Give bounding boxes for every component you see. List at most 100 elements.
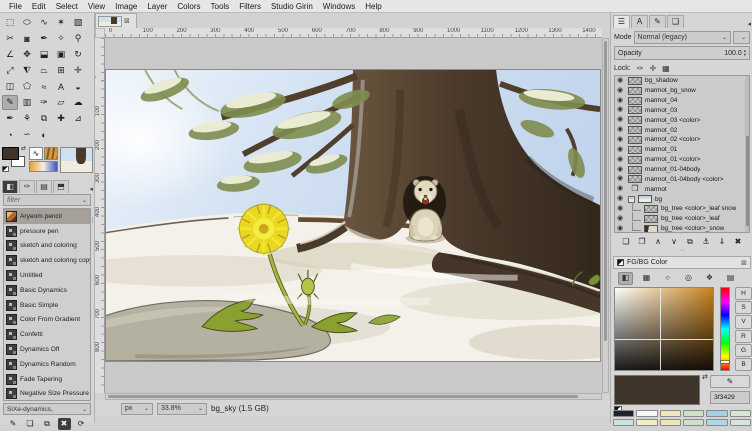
scrollbar-thumb[interactable] (604, 41, 607, 341)
fg-bg-color-widget[interactable]: ⇄ (2, 147, 26, 173)
menu-view[interactable]: View (83, 2, 110, 11)
menu-studio-girin[interactable]: Studio Girin (266, 2, 318, 11)
anchor-layer-button[interactable]: ⚓ (700, 236, 713, 248)
close-icon[interactable]: ⊠ (124, 17, 130, 25)
smudge-tool[interactable]: ∽ (19, 127, 35, 142)
menu-layer[interactable]: Layer (142, 2, 172, 11)
scale-tool[interactable]: ⤢ (2, 63, 18, 78)
visibility-eye-icon[interactable]: ◉ (617, 166, 625, 174)
layer-row-bg-tree-color-snow[interactable]: ◉bg_tree <color>_snow (615, 224, 749, 233)
measure-tool[interactable]: ∠ (2, 47, 18, 62)
color-history-swatch[interactable] (706, 410, 727, 417)
fg-color-swatch-large[interactable] (614, 375, 700, 405)
rotate-tool[interactable]: ↻ (70, 47, 86, 62)
menu-select[interactable]: Select (51, 2, 83, 11)
move-tool[interactable]: ✥ (19, 47, 35, 62)
visibility-eye-icon[interactable]: ◉ (617, 126, 625, 134)
opacity-slider[interactable]: Opacity 100.0 ▴ ▾ (614, 46, 750, 60)
layer-row-marmot-04[interactable]: ◉marmot_04 (615, 96, 749, 106)
lower-layer-button[interactable]: ∨ (668, 236, 681, 248)
new-dynamics-button[interactable]: ❏ (24, 418, 37, 430)
clone-tool[interactable]: ⧉ (36, 111, 52, 126)
layer-row-marmot-02-color[interactable]: ◉marmot_02 <color> (615, 135, 749, 145)
tab-images[interactable]: ❑ (667, 15, 684, 28)
menu-image[interactable]: Image (110, 2, 142, 11)
layer-row-marmot-bg-snow[interactable]: ◉marmot_bg_snow (615, 86, 749, 96)
tab-fonts[interactable]: A (631, 15, 648, 28)
tab-brushes[interactable]: ✑ (19, 180, 35, 193)
scissors-select-tool[interactable]: ✂ (2, 31, 18, 46)
heal-tool[interactable]: ✚ (53, 111, 69, 126)
selector-gimp[interactable]: ◧ (618, 272, 633, 285)
refresh-dynamics-button[interactable]: ⟳ (75, 418, 88, 430)
visibility-eye-icon[interactable]: ◉ (617, 205, 625, 213)
layer-row-marmot[interactable]: ◉❒marmot (615, 184, 749, 194)
dodge-burn-tool[interactable]: ◐ (36, 127, 52, 142)
channel-button-s[interactable]: S (735, 301, 752, 314)
delete-dynamics-button[interactable]: ✖ (58, 418, 71, 430)
tab-layers[interactable]: ☰ (613, 15, 630, 28)
perspective-clone-tool[interactable]: ⊿ (70, 111, 86, 126)
new-group-button[interactable]: ❐ (636, 236, 649, 248)
dynamics-item-dynamics-random[interactable]: Dynamics Random (4, 357, 90, 372)
menu-file[interactable]: File (4, 2, 27, 11)
active-image-thumbnail[interactable] (60, 147, 93, 173)
menu-windows[interactable]: Windows (318, 2, 360, 11)
zoom-tool[interactable]: ⚲ (70, 31, 86, 46)
hue-slider[interactable] (720, 287, 730, 371)
new-layer-button[interactable]: ❏ (620, 236, 633, 248)
layer-row-marmot-02[interactable]: ◉marmot_02 (615, 125, 749, 135)
layers-scrollbar[interactable] (745, 76, 749, 232)
selector-wheel[interactable]: ◎ (681, 272, 696, 285)
channel-button-r[interactable]: R (735, 330, 752, 343)
dynamics-item-color-from-gradient[interactable]: Color From Gradient (4, 313, 90, 328)
selector-watercolor[interactable]: ○ (660, 272, 675, 285)
visibility-eye-icon[interactable]: ◉ (617, 116, 625, 124)
paintbrush-tool[interactable]: ✑ (36, 95, 52, 110)
dock-resize-handle[interactable]: ⋯ (611, 249, 752, 255)
dynamics-item-dynamics-off[interactable]: Dynamics Off (4, 342, 90, 357)
scrollbar-thumb[interactable] (108, 395, 578, 398)
visibility-eye-icon[interactable]: ◉ (617, 156, 625, 164)
image-tab[interactable]: ⊠ (95, 13, 137, 28)
dynamics-item-negative-size-pressure[interactable]: Negative Size Pressure (4, 387, 90, 401)
menu-help[interactable]: Help (360, 2, 386, 11)
zoom-dropdown[interactable]: 33.8% ⌄ (157, 403, 207, 415)
lock-position-icon[interactable]: ✛ (649, 64, 656, 73)
visibility-eye-icon[interactable]: ◉ (617, 225, 625, 233)
merge-layer-button[interactable]: ⇓ (716, 236, 729, 248)
gradient-tool[interactable]: ▥ (19, 95, 35, 110)
color-picker-tool[interactable]: ✧ (53, 31, 69, 46)
visibility-eye-icon[interactable]: ◉ (617, 215, 625, 223)
ellipse-select-tool[interactable]: ⬭ (19, 15, 35, 30)
mode-dropdown[interactable]: Normal (legacy) ⌄ (634, 31, 731, 44)
visibility-eye-icon[interactable]: ◉ (617, 77, 625, 85)
dynamics-item-basic-simple[interactable]: Basic Simple (4, 298, 90, 313)
dock-menu-icon[interactable]: ◂ (89, 185, 93, 193)
edit-dynamics-button[interactable]: ✎ (7, 418, 20, 430)
dynamics-tag-dropdown[interactable]: SiXe-dynamics, ⌄ (3, 403, 91, 415)
menu-filters[interactable]: Filters (234, 2, 266, 11)
visibility-eye-icon[interactable]: ◉ (617, 195, 625, 203)
rectangle-select-tool[interactable]: ⬚ (2, 15, 18, 30)
select-by-color-tool[interactable]: ▧ (70, 15, 86, 30)
dynamics-item-confetti[interactable]: Confetti (4, 327, 90, 342)
swap-colors-icon[interactable]: ⇄ (702, 373, 708, 381)
channel-button-h[interactable]: H (735, 287, 752, 300)
layer-row-marmot-01[interactable]: ◉marmot_01 (615, 145, 749, 155)
channel-button-g[interactable]: G (735, 344, 752, 357)
spin-down-icon[interactable]: ▾ (744, 53, 746, 57)
shear-tool[interactable]: ⧨ (19, 63, 35, 78)
dynamics-filter-input[interactable]: filter ⌄ (3, 194, 91, 206)
color-history-swatch[interactable] (683, 410, 704, 417)
tab-paths[interactable]: ✎ (649, 15, 666, 28)
perspective-tool[interactable]: ⏢ (36, 63, 52, 78)
tab-gradients[interactable]: ⬒ (53, 180, 69, 193)
visibility-eye-icon[interactable]: ◉ (617, 146, 625, 154)
color-history-swatch[interactable] (636, 410, 657, 417)
tab-patterns[interactable]: ▤ (36, 180, 52, 193)
active-pattern-preview[interactable] (44, 147, 58, 160)
layer-row-marmot-03-color[interactable]: ◉marmot_03 <color> (615, 115, 749, 125)
blur-sharpen-tool[interactable]: ◔ (2, 127, 18, 142)
layer-row-marmot-03[interactable]: ◉marmot_03 (615, 106, 749, 116)
